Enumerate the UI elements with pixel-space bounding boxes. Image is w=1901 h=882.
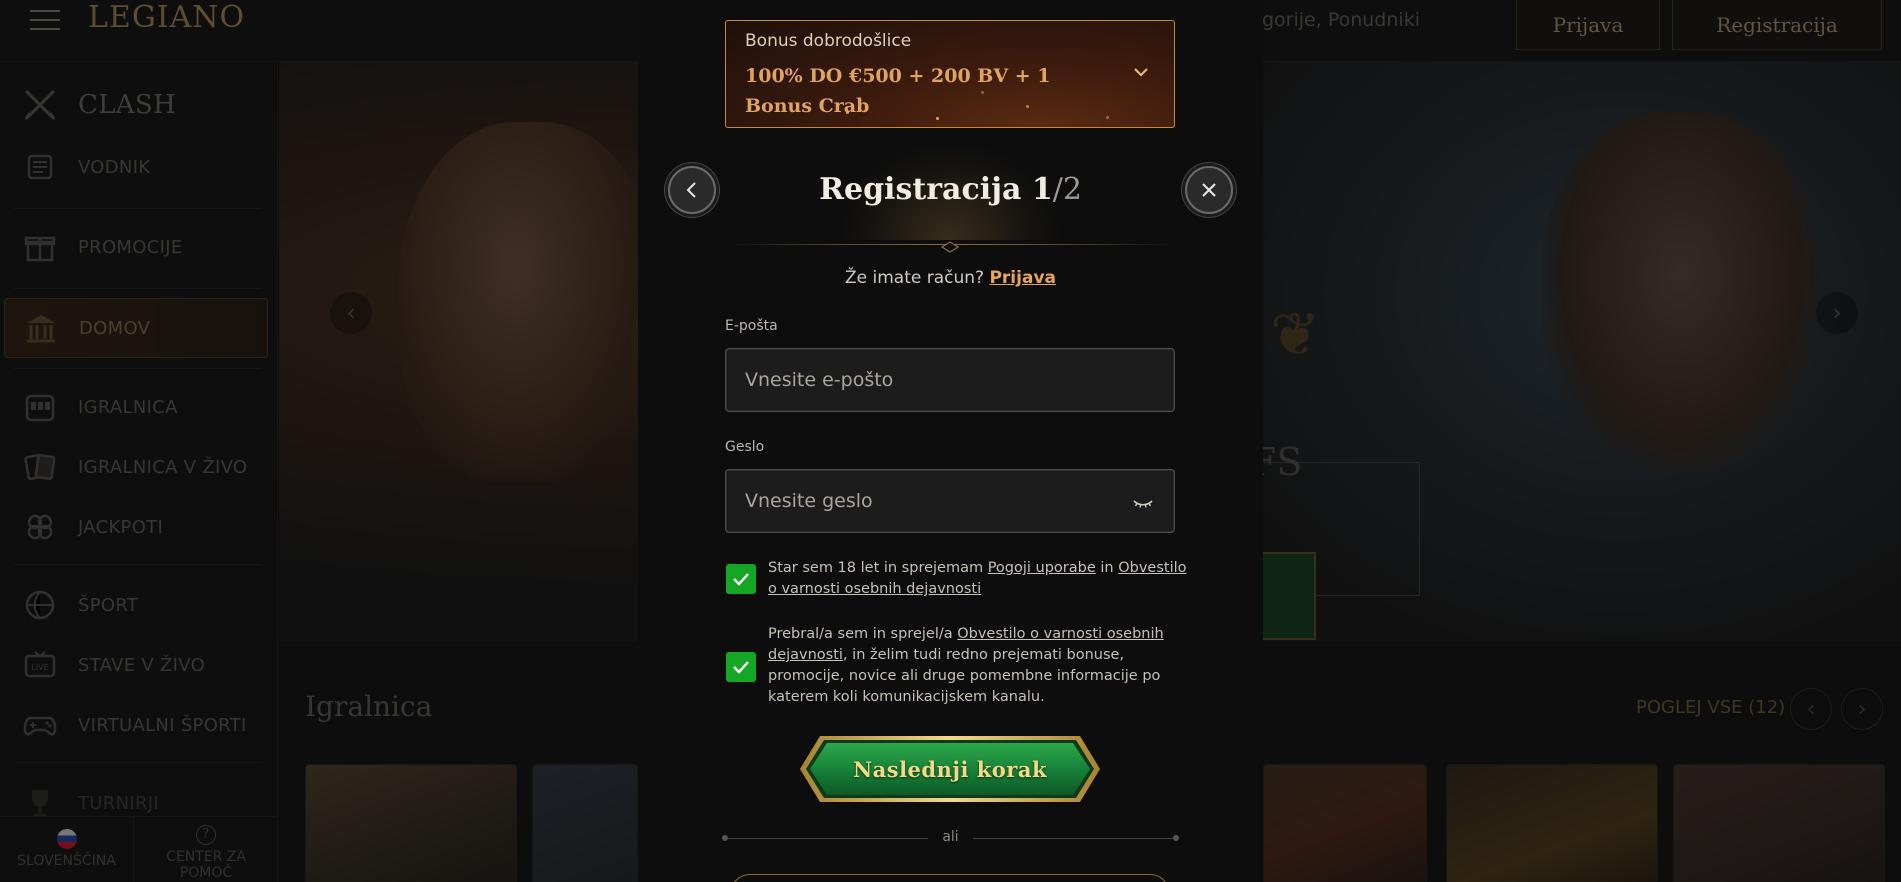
close-icon: [1202, 183, 1216, 197]
or-divider-dot: [1173, 835, 1179, 841]
or-text: ali: [942, 829, 959, 845]
age-terms-checkbox[interactable]: [726, 564, 756, 594]
have-account-row: Že imate račun? Prijava: [638, 268, 1263, 288]
age-terms-text: Star sem 18 let in sprejemam Pogoji upor…: [768, 558, 1188, 600]
consent1-text: Star sem 18 let in sprejemam: [768, 560, 988, 576]
next-step-button[interactable]: Naslednji korak: [798, 734, 1102, 804]
checkmark-icon: [733, 661, 749, 674]
alternative-signup-button[interactable]: [730, 874, 1170, 882]
modal-title-step: /2: [1052, 172, 1082, 207]
ornament-icon: [940, 238, 960, 253]
checkmark-icon: [733, 573, 749, 586]
login-link[interactable]: Prijava: [989, 268, 1056, 288]
modal-title: Registracija 1/2: [638, 172, 1263, 207]
close-button[interactable]: [1185, 166, 1233, 214]
marketing-consent-text: Prebral/a sem in sprejel/a Obvestilo o v…: [768, 624, 1188, 708]
modal-title-main: Registracija 1: [819, 172, 1053, 207]
welcome-bonus-dropdown[interactable]: Bonus dobrodošlice 100% DO €500 + 200 BV…: [725, 20, 1175, 128]
bonus-offer-text: 100% DO €500 + 200 BV + 1 Bonus Crab: [745, 65, 1051, 117]
bonus-label: Bonus dobrodošlice: [745, 31, 912, 51]
consent1-mid: in: [1095, 560, 1119, 576]
registration-modal: Bonus dobrodošlice 100% DO €500 + 200 BV…: [638, 0, 1263, 882]
email-label: E-pošta: [725, 318, 778, 334]
have-account-text: Že imate račun?: [844, 268, 985, 288]
password-field[interactable]: [725, 469, 1175, 533]
consent2-text: Prebral/a sem in sprejel/a: [768, 626, 958, 642]
terms-of-use-link[interactable]: Pogoji uporabe: [988, 560, 1096, 576]
page: LEGIANO gorije, Ponudniki Prijava Regist…: [0, 0, 1901, 882]
password-label: Geslo: [725, 439, 765, 455]
toggle-password-visibility-icon[interactable]: [1131, 491, 1155, 515]
or-divider-right: [973, 838, 1173, 839]
chevron-down-icon: [1132, 63, 1150, 81]
email-field[interactable]: [725, 348, 1175, 412]
marketing-consent-checkbox[interactable]: [726, 652, 756, 682]
